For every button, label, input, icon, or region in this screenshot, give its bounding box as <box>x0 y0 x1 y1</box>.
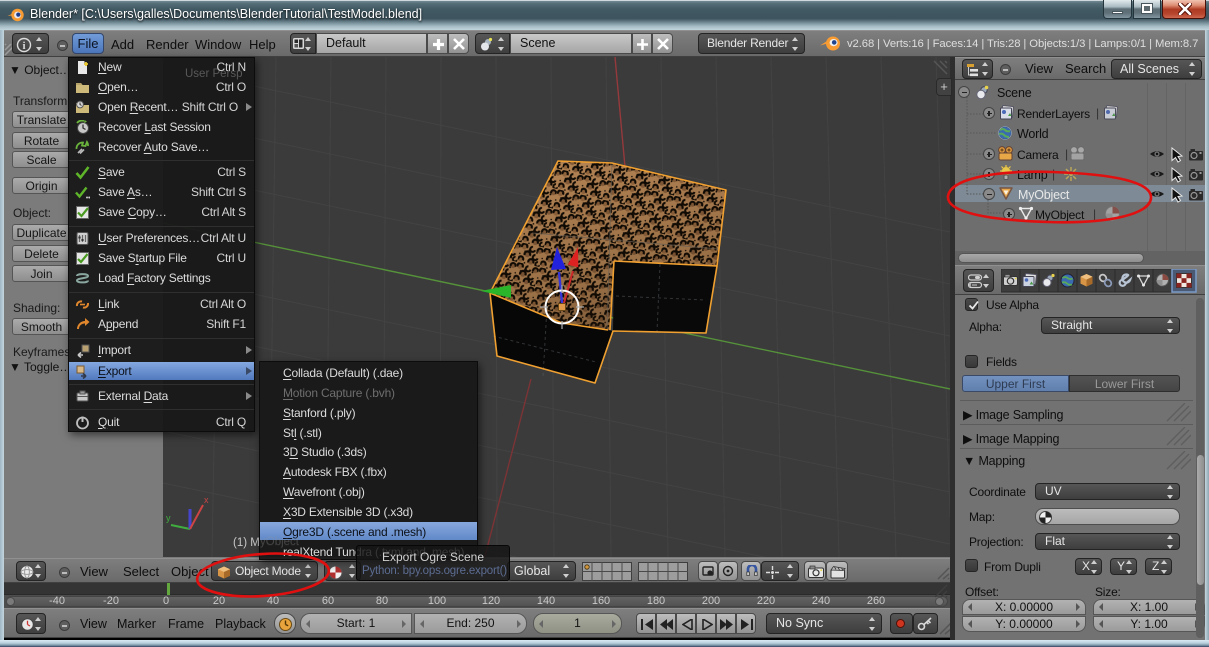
svg-text:i: i <box>22 40 25 52</box>
svg-text:y: y <box>166 513 171 523</box>
svg-text:x: x <box>204 495 209 505</box>
